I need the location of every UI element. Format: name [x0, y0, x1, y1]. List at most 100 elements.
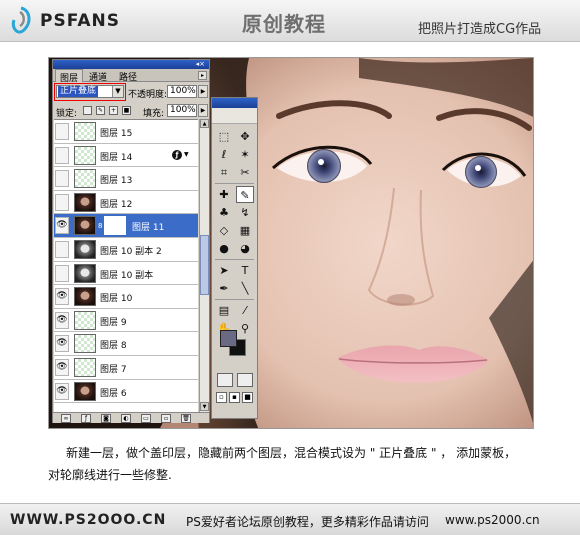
layers-panel: ◂× 图层 通道 路径 ▸ 正片叠底 ▼ 不透明度: 100% ▶ 锁定: ✎ …: [52, 59, 210, 423]
caption-line-2: 对轮廓线进行一些修整.: [48, 468, 172, 482]
layer-mask-thumbnail[interactable]: [104, 216, 126, 236]
tab-paths[interactable]: 路径: [115, 69, 141, 83]
chain-link-icon[interactable]: 8: [98, 222, 102, 230]
eye-icon[interactable]: 👁: [55, 359, 69, 376]
stamp-tool-icon[interactable]: ♣: [215, 204, 233, 221]
layers-scrollbar[interactable]: ▲ ▼: [199, 119, 209, 412]
tab-channels[interactable]: 通道: [85, 69, 111, 83]
opacity-slider-button[interactable]: ▶: [198, 85, 208, 98]
brush-tool-icon[interactable]: ✎: [236, 186, 254, 203]
layer-thumbnail: [74, 122, 96, 141]
dodge-tool-icon[interactable]: ◕: [236, 240, 254, 257]
new-layer-icon[interactable]: ▫: [161, 414, 171, 423]
scroll-up-icon[interactable]: ▲: [200, 119, 209, 128]
panel-title-bar[interactable]: ◂×: [53, 60, 209, 69]
layer-row[interactable]: 👁 图层 7: [54, 356, 198, 380]
group-icon[interactable]: ▭: [141, 414, 151, 423]
layer-thumbnail: [74, 334, 96, 354]
lock-move-icon[interactable]: +: [109, 106, 118, 115]
crop-tool-icon[interactable]: ⌗: [215, 164, 233, 181]
footer-site-logo[interactable]: WWW.PS2OOO.CN: [10, 512, 166, 528]
mask-icon[interactable]: ◙: [101, 414, 111, 423]
visibility-toggle[interactable]: [55, 193, 69, 211]
marquee-tool-icon[interactable]: ⬚: [215, 128, 233, 145]
blur-tool-icon[interactable]: ●: [215, 240, 233, 257]
foreground-color-swatch[interactable]: [220, 330, 237, 347]
layer-row[interactable]: 👁 图层 6: [54, 379, 198, 404]
opacity-label: 不透明度:: [128, 90, 168, 100]
screen-mode-menu-icon[interactable]: ▪: [229, 392, 240, 403]
eye-icon[interactable]: 👁: [55, 288, 69, 306]
zoom-tool-icon[interactable]: ⚲: [236, 320, 254, 337]
layer-row[interactable]: 图层 12: [54, 190, 198, 215]
eyedropper-icon[interactable]: ⁄: [236, 302, 254, 319]
history-brush-icon[interactable]: ↯: [236, 204, 254, 221]
lock-paint-icon[interactable]: ✎: [96, 106, 105, 115]
layer-row[interactable]: 图层 10 副本 2: [54, 238, 198, 262]
layer-row[interactable]: 图层 10 副本: [54, 261, 198, 286]
healing-brush-icon[interactable]: ✚: [215, 186, 233, 203]
fill-slider-button[interactable]: ▶: [198, 104, 208, 117]
eye-icon[interactable]: 👁: [55, 335, 69, 353]
chevron-down-icon[interactable]: ▼: [184, 151, 189, 158]
eye-icon[interactable]: 👁: [55, 311, 69, 329]
visibility-toggle[interactable]: [55, 123, 69, 140]
notes-tool-icon[interactable]: ▤: [215, 302, 233, 319]
layer-name: 图层 11: [132, 223, 165, 234]
layer-thumbnail: [74, 169, 96, 189]
layer-row[interactable]: 👁 图层 10: [54, 285, 198, 309]
pen-tool-icon[interactable]: ✒: [215, 280, 233, 297]
panel-menu-icon[interactable]: ▸: [198, 71, 207, 80]
screen-mode-full-icon[interactable]: ■: [242, 392, 253, 403]
eye-icon[interactable]: 👁: [55, 382, 69, 400]
layer-row[interactable]: 图层 14 ƒ ▼: [54, 143, 198, 168]
slice-tool-icon[interactable]: ✂: [236, 164, 254, 181]
tutorial-subtitle: 把照片打造成CG作品: [418, 22, 542, 37]
layer-name: 图层 6: [100, 388, 127, 399]
fx-icon[interactable]: ƒ: [81, 414, 91, 423]
footer-bar: WWW.PS2OOO.CN PS爱好者论坛原创教程，更多精彩作品请访问 www.…: [0, 503, 580, 535]
adjustment-icon[interactable]: ◐: [121, 414, 131, 423]
trash-icon[interactable]: 🗑: [181, 414, 191, 423]
link-icon[interactable]: ∞: [61, 414, 71, 423]
header-bar: PSFANS 原创教程 把照片打造成CG作品: [0, 0, 580, 42]
layer-row[interactable]: 图层 15: [54, 120, 198, 144]
line-tool-icon[interactable]: ╲: [236, 280, 254, 297]
layer-thumbnail: [74, 192, 96, 212]
gradient-tool-icon[interactable]: ▦: [236, 222, 254, 239]
layer-row[interactable]: 👁 图层 9: [54, 308, 198, 333]
type-tool-icon[interactable]: T: [236, 262, 254, 279]
move-tool-icon[interactable]: ✥: [236, 128, 254, 145]
tab-layers[interactable]: 图层: [55, 69, 84, 84]
layer-effects-icon[interactable]: ƒ: [172, 149, 182, 160]
layers-bottom-bar: ∞ ƒ ◙ ◐ ▭ ▫ 🗑: [53, 412, 209, 423]
tools-title-bar[interactable]: [212, 98, 257, 108]
visibility-toggle[interactable]: [55, 241, 69, 258]
path-select-icon[interactable]: ➤: [215, 262, 233, 279]
scroll-down-icon[interactable]: ▼: [200, 402, 209, 411]
layer-row[interactable]: 👁 图层 8: [54, 332, 198, 356]
footer-url[interactable]: www.ps2000.cn: [445, 513, 540, 527]
lasso-tool-icon[interactable]: ℓ: [215, 146, 233, 163]
eraser-tool-icon[interactable]: ◇: [215, 222, 233, 239]
fill-input[interactable]: 100%: [167, 104, 197, 117]
tools-panel: ⬚ ✥ ℓ ✶ ⌗ ✂ ✚ ✎ ♣ ↯ ◇ ▦ ● ◕ ➤ T ✒ ╲ ▤ ⁄ …: [211, 97, 258, 419]
quick-mask-icon[interactable]: [237, 373, 253, 387]
layer-thumbnail: [74, 240, 96, 259]
magic-wand-icon[interactable]: ✶: [236, 146, 254, 163]
layer-thumbnail: [74, 216, 96, 236]
site-logo-text: PSFANS: [40, 11, 120, 31]
lock-all-icon[interactable]: ■: [122, 106, 131, 115]
visibility-toggle[interactable]: [55, 264, 69, 282]
scrollbar-thumb[interactable]: [200, 235, 209, 295]
panel-close-icon[interactable]: ◂×: [196, 61, 205, 68]
layer-row[interactable]: 图层 13: [54, 167, 198, 191]
visibility-toggle[interactable]: [55, 146, 69, 164]
visibility-toggle[interactable]: [55, 170, 69, 188]
layer-row-selected[interactable]: 👁 8 图层 11: [54, 214, 198, 238]
opacity-input[interactable]: 100%: [167, 85, 197, 98]
lock-transparency-icon[interactable]: [83, 106, 92, 115]
eye-icon[interactable]: 👁: [55, 217, 69, 235]
screen-mode-standard-icon[interactable]: ▫: [216, 392, 227, 403]
standard-mode-icon[interactable]: [217, 373, 233, 387]
